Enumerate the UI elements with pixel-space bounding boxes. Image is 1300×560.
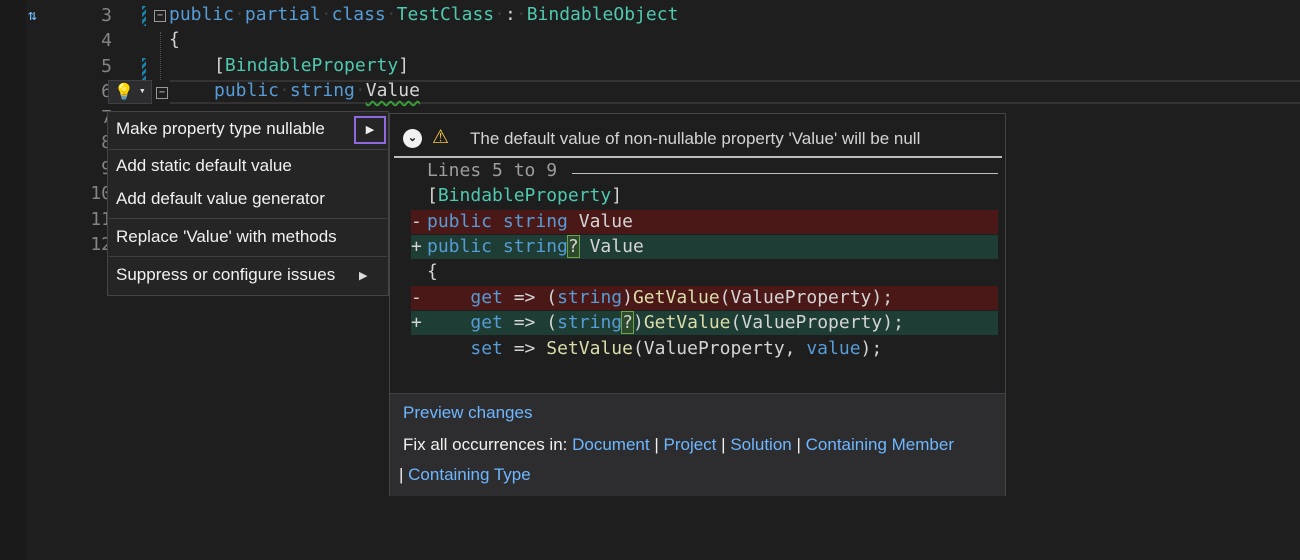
editor-margin [0,0,26,560]
menu-item-make-nullable[interactable]: Make property type nullable [116,117,325,141]
fix-all-label: Fix all occurrences in: [403,435,568,454]
code-lens-icon[interactable]: ⇅ [28,6,37,24]
lightbulb-button[interactable]: 💡 ▾ [108,80,152,104]
code-line-6[interactable]: public·string·Value [214,80,420,101]
scope-link-solution[interactable]: Solution [730,435,791,454]
submenu-arrow-button[interactable]: ▶ [354,116,386,144]
base-type: BindableObject [526,4,679,25]
diagnostic-message: The default value of non-nullable proper… [470,129,921,148]
menu-separator [109,149,387,150]
brace: { [169,29,180,50]
keyword: public [214,80,280,101]
lightbulb-icon: 💡 [114,82,134,101]
collapse-icon[interactable]: − [156,87,168,99]
preview-line-removed: - get => (string)GetValue(ValueProperty)… [411,286,998,310]
preview-line: set => SetValue(ValueProperty, value); [470,338,883,359]
submenu-arrow-icon: ▶ [359,270,368,282]
line-number: 4 [101,30,112,51]
scope-link-containing-member[interactable]: Containing Member [806,435,954,454]
menu-separator [109,256,387,257]
lines-caption: Lines 5 to 9 [427,160,558,181]
preview-footer: Preview changes Fix all occurrences in: … [390,393,1005,496]
keyword: public [169,4,235,25]
menu-item-add-static-default[interactable]: Add static default value [116,154,292,178]
menu-item-replace-with-methods[interactable]: Replace 'Value' with methods [116,225,337,249]
line-number: 12 [90,234,112,255]
separator: | [399,465,404,484]
change-marker [142,6,146,26]
line-number: 6 [101,81,112,102]
preview-line-added: + public string? Value [411,235,998,259]
attribute-name: BindableProperty [224,55,399,76]
separator: | [654,435,659,454]
indent-guide [160,32,161,80]
divider [394,156,1002,158]
scope-link-project[interactable]: Project [664,435,717,454]
keyword: class [331,4,386,25]
code-line-3[interactable]: public·partial·class·TestClass·:·Bindabl… [169,4,678,25]
preview-code-area: ⌄ ⚠ The default value of non-nullable pr… [394,118,1002,390]
collapse-icon[interactable]: − [154,10,166,22]
punctuation: [ [214,55,225,76]
code-line-4[interactable]: { [169,29,180,50]
line-number: 8 [72,132,112,153]
line-number: 3 [101,5,112,26]
divider [572,173,998,174]
keyword: partial [244,4,321,25]
warning-icon: ⚠ [432,127,450,148]
menu-separator [109,218,387,219]
preview-pane: ⌄ ⚠ The default value of non-nullable pr… [389,113,1006,496]
class-name: TestClass [396,4,495,25]
chevron-down-icon: ▾ [139,84,146,97]
diagnostic-header: ⌄ ⚠ The default value of non-nullable pr… [394,118,1002,154]
line-number: 7 [72,107,112,128]
keyword: string [289,80,355,101]
preview-line-removed: - public string Value [411,210,998,234]
preview-line: [BindableProperty] [427,185,623,206]
line-number: 11 [90,209,112,230]
menu-item-suppress-configure[interactable]: Suppress or configure issues [116,263,335,287]
expand-icon[interactable]: ⌄ [403,129,422,148]
property-name: Value [365,80,420,101]
preview-changes-link[interactable]: Preview changes [403,403,532,422]
quick-actions-menu: Make property type nullable ▶ Add static… [107,111,389,296]
punctuation: ] [398,55,410,76]
line-number: 10 [90,183,112,204]
separator: | [721,435,726,454]
punctuation: : [505,4,516,25]
code-line-5[interactable]: [BindableProperty] [214,55,409,76]
preview-line: { [427,261,438,282]
preview-line-added: + get => (string?)GetValue(ValueProperty… [411,311,998,335]
line-number: 9 [72,158,112,179]
scope-link-containing-type[interactable]: Containing Type [408,465,531,484]
scope-link-document[interactable]: Document [572,435,649,454]
menu-item-add-default-generator[interactable]: Add default value generator [116,187,325,211]
separator: | [796,435,801,454]
line-number: 5 [101,56,112,77]
